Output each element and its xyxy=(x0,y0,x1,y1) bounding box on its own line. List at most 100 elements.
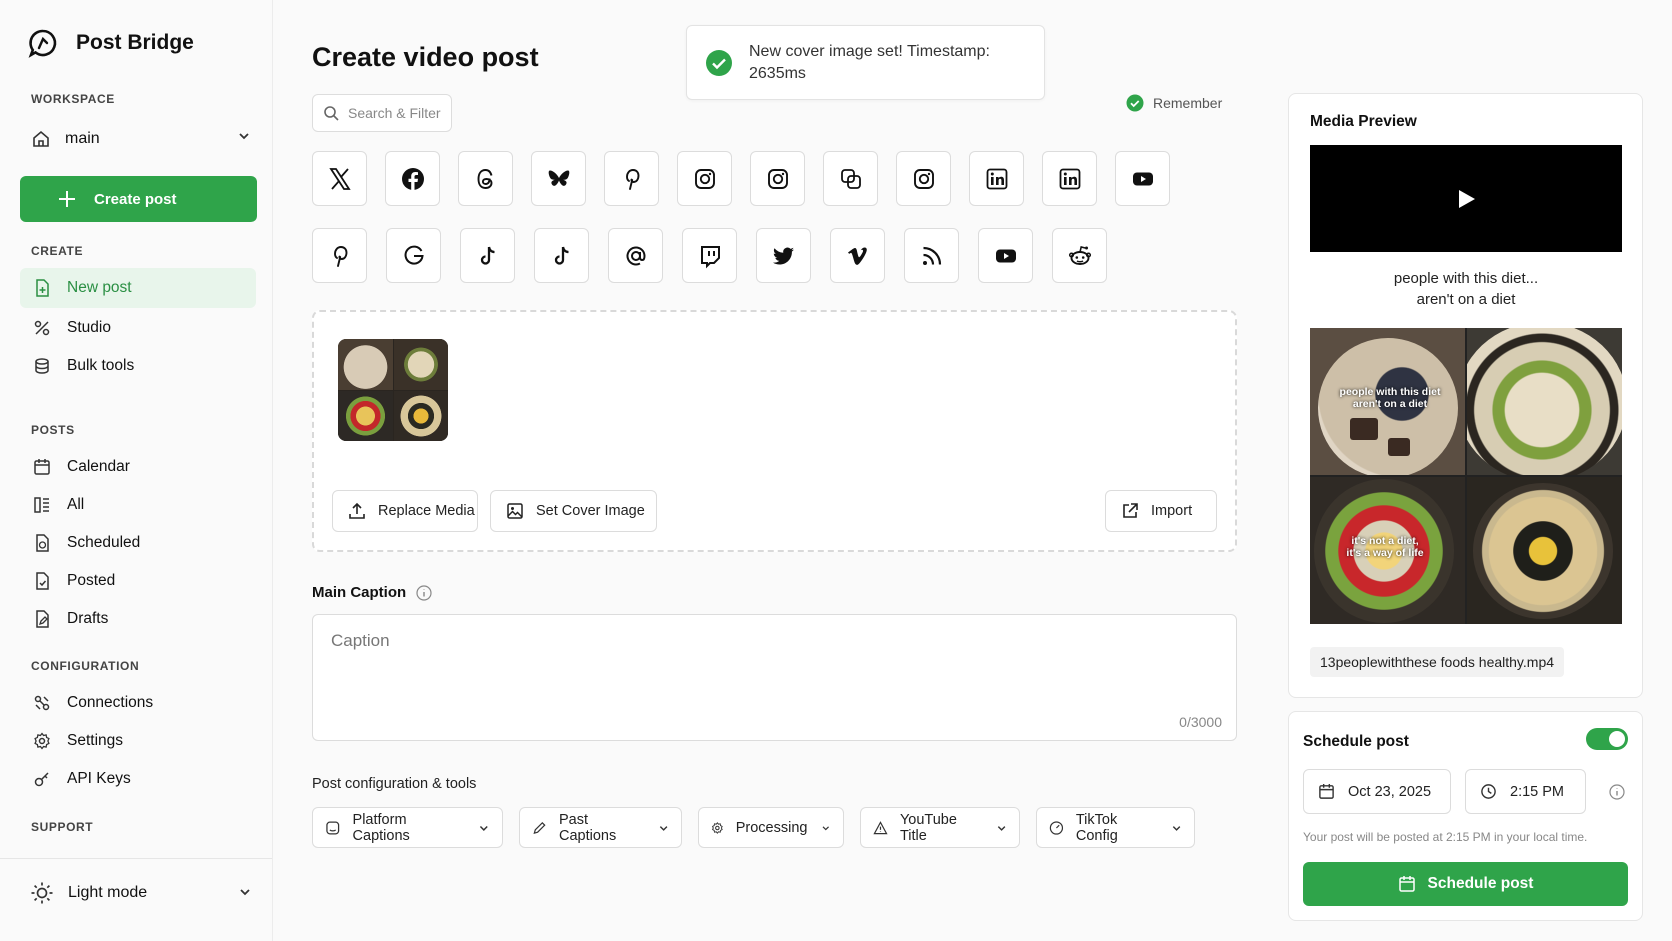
platform-pinterest[interactable] xyxy=(312,228,367,283)
percent-icon xyxy=(34,320,50,336)
media-preview-title: Media Preview xyxy=(1310,113,1417,130)
past-captions-dropdown[interactable]: Past Captions xyxy=(519,807,682,848)
video-caption-line: aren't on a diet xyxy=(1416,291,1516,308)
platform-instagram[interactable] xyxy=(896,151,951,206)
schedule-time-field[interactable]: 2:15 PM xyxy=(1465,769,1586,814)
youtube-title-dropdown[interactable]: YouTube Title xyxy=(860,807,1020,848)
schedule-toggle[interactable] xyxy=(1586,728,1628,750)
calendar-icon xyxy=(34,459,50,475)
media-thumbnail[interactable] xyxy=(338,339,448,441)
info-icon[interactable] xyxy=(1609,784,1625,800)
sidebar-item-scheduled[interactable]: Scheduled xyxy=(20,523,256,563)
posts-section-label: POSTS xyxy=(31,423,75,437)
platform-mention[interactable] xyxy=(608,228,663,283)
schedule-date-field[interactable]: Oct 23, 2025 xyxy=(1303,769,1451,814)
sidebar-item-connections[interactable]: Connections xyxy=(20,683,256,723)
platform-tiktok[interactable] xyxy=(534,228,589,283)
search-input[interactable]: Search & Filter xyxy=(312,94,452,132)
platform-pinterest[interactable] xyxy=(604,151,659,206)
caption-textarea[interactable]: Caption 0/3000 xyxy=(312,614,1237,741)
platform-x[interactable] xyxy=(312,151,367,206)
collage-cell xyxy=(1467,477,1622,624)
media-dropzone[interactable]: Replace Media Set Cover Image Import xyxy=(312,310,1237,552)
sidebar-item-label: Studio xyxy=(67,319,111,336)
schedule-post-button[interactable]: Schedule post xyxy=(1303,862,1628,906)
platform-tiktok[interactable] xyxy=(460,228,515,283)
butterfly-icon xyxy=(548,170,569,186)
sidebar-item-new-post[interactable]: New post xyxy=(20,268,256,308)
platform-vimeo[interactable] xyxy=(830,228,885,283)
platform-twitter[interactable] xyxy=(756,228,811,283)
key-icon xyxy=(34,772,49,787)
threads-square-icon xyxy=(840,168,861,189)
file-pen-icon xyxy=(36,610,49,628)
sidebar-item-all[interactable]: All xyxy=(20,485,256,525)
caption-char-count: 0/3000 xyxy=(1179,714,1222,730)
brand[interactable]: Post Bridge xyxy=(28,28,194,58)
chevron-down-icon xyxy=(823,825,830,830)
info-icon[interactable] xyxy=(416,584,432,601)
sidebar-item-calendar[interactable]: Calendar xyxy=(20,447,256,487)
gear-icon xyxy=(711,821,723,834)
import-button[interactable]: Import xyxy=(1105,490,1217,532)
collage-cell xyxy=(1467,328,1622,475)
remember-toggle[interactable]: Remember xyxy=(1126,94,1222,112)
video-caption: people with this diet... aren't on a die… xyxy=(1310,268,1622,310)
create-post-button[interactable]: Create post xyxy=(20,176,257,222)
video-player[interactable] xyxy=(1310,145,1622,252)
media-filename: 13peoplewiththese foods healthy.mp4 xyxy=(1310,647,1565,677)
collage-cell: people with this diet aren't on a diet xyxy=(1310,328,1465,475)
gear-icon xyxy=(34,732,50,750)
threads-icon xyxy=(477,168,492,189)
platform-instagram[interactable] xyxy=(677,151,732,206)
platform-google[interactable] xyxy=(386,228,441,283)
workspace-selector[interactable]: main xyxy=(31,125,251,153)
instagram-icon xyxy=(913,168,934,189)
schedule-panel: Schedule post Oct 23, 2025 2:15 PM Your … xyxy=(1288,711,1643,921)
tiktok-config-dropdown[interactable]: TikTok Config xyxy=(1036,807,1195,848)
processing-dropdown[interactable]: Processing xyxy=(698,807,844,848)
chevron-down-icon xyxy=(240,889,250,896)
theme-selector[interactable]: Light mode xyxy=(30,881,252,905)
schedule-note: Your post will be posted at 2:15 PM in y… xyxy=(1303,830,1588,844)
platform-youtube[interactable] xyxy=(978,228,1033,283)
platform-facebook[interactable] xyxy=(385,151,440,206)
sidebar-item-api-keys[interactable]: API Keys xyxy=(20,759,256,799)
platform-twitch[interactable] xyxy=(682,228,737,283)
platform-instagram[interactable] xyxy=(750,151,805,206)
remember-label: Remember xyxy=(1153,95,1223,111)
video-caption-line: people with this diet... xyxy=(1393,270,1539,287)
replace-media-button[interactable]: Replace Media xyxy=(332,490,478,532)
platform-reddit[interactable] xyxy=(1052,228,1107,283)
schedule-title: Schedule post xyxy=(1303,733,1409,750)
platform-threads[interactable] xyxy=(458,151,513,206)
platform-youtube[interactable] xyxy=(1115,151,1170,206)
set-cover-image-button[interactable]: Set Cover Image xyxy=(490,490,657,532)
sidebar-item-studio[interactable]: Studio xyxy=(20,308,256,348)
sidebar-item-label: Connections xyxy=(67,694,154,711)
sidebar-item-label: All xyxy=(67,496,85,513)
sidebar-item-bulk-tools[interactable]: Bulk tools xyxy=(20,346,256,386)
play-icon[interactable] xyxy=(1454,187,1478,211)
sidebar-item-label: New post xyxy=(67,279,132,296)
link-icon xyxy=(34,695,50,711)
platform-captions-dropdown[interactable]: Platform Captions xyxy=(312,807,503,848)
check-circle-icon xyxy=(1126,94,1144,112)
support-section-label: SUPPORT xyxy=(31,820,94,834)
collage-text: it's a way of life xyxy=(1346,547,1424,559)
sidebar-item-posted[interactable]: Posted xyxy=(20,561,256,601)
platform-linkedin[interactable] xyxy=(1042,151,1097,206)
sidebar-item-drafts[interactable]: Drafts xyxy=(20,599,256,639)
twitch-icon xyxy=(700,245,720,268)
collage-cell: it's not a diet, it's a way of life xyxy=(1310,477,1465,624)
platform-linkedin[interactable] xyxy=(969,151,1024,206)
config-button-label: YouTube Title xyxy=(899,811,957,844)
platform-rss[interactable] xyxy=(904,228,959,283)
instagram-icon xyxy=(767,168,788,189)
sidebar-item-settings[interactable]: Settings xyxy=(20,721,256,761)
sidebar-item-label: Bulk tools xyxy=(67,357,135,374)
media-preview-panel: Media Preview people with this diet... a… xyxy=(1288,93,1643,698)
platform-bluesky[interactable] xyxy=(531,151,586,206)
platform-threads-alt[interactable] xyxy=(823,151,878,206)
brand-name: Post Bridge xyxy=(76,31,194,54)
